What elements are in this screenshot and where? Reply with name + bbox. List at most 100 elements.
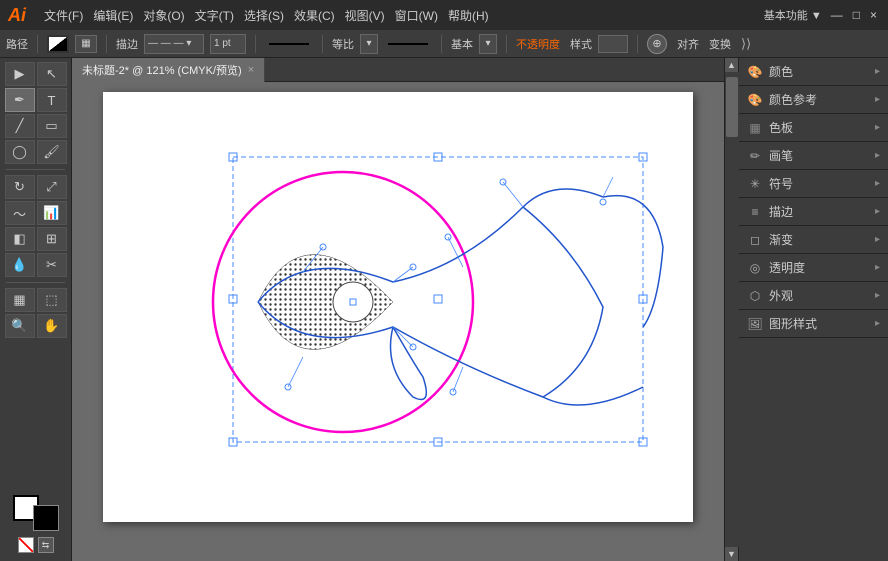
tool-row-7: ◧ ⊞ [2, 227, 69, 251]
maximize-button[interactable]: □ [853, 8, 860, 22]
menu-object[interactable]: 对象(O) [143, 7, 184, 24]
symbol-label: 符号 [769, 175, 793, 192]
scroll-thumb[interactable] [726, 77, 738, 137]
tab-close-button[interactable]: × [248, 64, 254, 76]
toolbar-sep-4 [322, 35, 323, 53]
document-tab[interactable]: 未标题-2* @ 121% (CMYK/预览) × [72, 58, 265, 82]
ellipse-tool[interactable]: ◯ [5, 140, 35, 164]
graph-tool[interactable]: 📊 [37, 201, 67, 225]
panel-header-symbol[interactable]: ✳ 符号 ▸ [739, 170, 888, 197]
panel-header-brush[interactable]: ✏ 画笔 ▸ [739, 142, 888, 169]
tool-sep-1 [6, 169, 65, 170]
slice-tool[interactable]: ⬚ [37, 288, 67, 312]
menu-edit[interactable]: 编辑(E) [93, 7, 133, 24]
line-preview [269, 43, 309, 45]
gradient-label: 渐变 [769, 231, 793, 248]
style-label: 样式 [570, 36, 592, 52]
panel-header-graphic-styles[interactable]: 🖼 图形样式 ▸ [739, 310, 888, 337]
title-bar-menus: 文件(F) 编辑(E) 对象(O) 文字(T) 选择(S) 效果(C) 视图(V… [44, 7, 489, 24]
vertical-scrollbar: ▲ ▼ [724, 58, 738, 561]
panel-header-gradient[interactable]: ◻ 渐变 ▸ [739, 226, 888, 253]
main-layout: ▶ ↖ ✒ T ╱ ▭ ◯ 🖌 ↻ ⤢ 〜 📊 ◧ ⊞ 💧 ✂ [0, 58, 888, 561]
swap-colors-button[interactable]: ⇆ [38, 537, 54, 553]
right-panel: 🎨 颜色 ▸ 🎨 颜色参考 ▸ ▦ 色板 ▸ ✏ 画笔 ▸ [738, 58, 888, 561]
tool-row-10: 🔍 ✋ [2, 314, 69, 338]
line-tool[interactable]: ╱ [5, 114, 35, 138]
eyedropper-tool[interactable]: 💧 [5, 253, 35, 277]
menu-window[interactable]: 窗口(W) [395, 7, 438, 24]
selection-tool[interactable]: ▶ [5, 62, 35, 86]
panel-section-symbol: ✳ 符号 ▸ [739, 170, 888, 198]
warp-tool[interactable]: 〜 [5, 201, 35, 225]
zoom-tool[interactable]: 🔍 [5, 314, 35, 338]
swatches-icon: ▦ [747, 120, 763, 136]
gradient-icon: ◻ [747, 232, 763, 248]
color-swatches: ⇆ [2, 491, 69, 557]
title-bar: Ai 文件(F) 编辑(E) 对象(O) 文字(T) 选择(S) 效果(C) 视… [0, 0, 888, 30]
brush-tool[interactable]: 🖌 [37, 140, 67, 164]
rect-tool[interactable]: ▭ [37, 114, 67, 138]
equal-ratio-dropdown[interactable]: ▾ [360, 34, 378, 54]
menu-select[interactable]: 选择(S) [244, 7, 284, 24]
menu-effect[interactable]: 效果(C) [294, 7, 335, 24]
mesh-tool[interactable]: ⊞ [37, 227, 67, 251]
tool-row-6: 〜 📊 [2, 201, 69, 225]
fill-stroke-toggle[interactable]: ▦ [75, 35, 97, 53]
workspace-switcher[interactable]: 基本功能 ▼ [764, 7, 822, 23]
tools-panel: ▶ ↖ ✒ T ╱ ▭ ◯ 🖌 ↻ ⤢ 〜 📊 ◧ ⊞ 💧 ✂ [0, 58, 72, 561]
line-preview-2 [388, 43, 428, 45]
scale-tool[interactable]: ⤢ [37, 175, 67, 199]
opacity-label[interactable]: 不透明度 [516, 36, 560, 52]
panel-header-transparency[interactable]: ◎ 透明度 ▸ [739, 254, 888, 281]
panel-header-color-ref[interactable]: 🎨 颜色参考 ▸ [739, 86, 888, 113]
close-button[interactable]: × [870, 8, 877, 22]
appearance-arrow: ▸ [875, 290, 880, 301]
menu-file[interactable]: 文件(F) [44, 7, 83, 24]
panel-section-stroke: ≡ 描边 ▸ [739, 198, 888, 226]
menu-help[interactable]: 帮助(H) [448, 7, 489, 24]
style-preview[interactable] [598, 35, 628, 53]
type-tool[interactable]: T [37, 88, 67, 112]
stroke-dropdown[interactable]: — — — ▾ [144, 34, 204, 54]
menu-view[interactable]: 视图(V) [345, 7, 385, 24]
stroke-label: 描边 [116, 36, 138, 52]
panel-header-stroke[interactable]: ≡ 描边 ▸ [739, 198, 888, 225]
color-panel-label: 颜色 [769, 63, 793, 80]
stroke-width-input[interactable]: 1 pt [210, 34, 246, 54]
panel-header-swatches[interactable]: ▦ 色板 ▸ [739, 114, 888, 141]
none-swatch[interactable] [18, 537, 34, 553]
color-panel-icon: 🎨 [747, 64, 763, 80]
scroll-up-button[interactable]: ▲ [725, 58, 739, 72]
align-label: 对齐 [677, 36, 699, 52]
scissors-tool[interactable]: ✂ [37, 253, 67, 277]
menu-text[interactable]: 文字(T) [195, 7, 234, 24]
pen-tool[interactable]: ✒ [5, 88, 35, 112]
artboard: 如上图所示，一一选择我们需要的部分 [103, 92, 693, 522]
transparency-label: 透明度 [769, 259, 805, 276]
panel-header-appearance[interactable]: ⬡ 外观 ▸ [739, 282, 888, 309]
panel-icon-circle[interactable]: ⊕ [647, 34, 667, 54]
gradient-tool[interactable]: ◧ [5, 227, 35, 251]
panel-header-color[interactable]: 🎨 颜色 ▸ [739, 58, 888, 85]
artboard-tool[interactable]: ▦ [5, 288, 35, 312]
basic-dropdown[interactable]: ▾ [479, 34, 497, 54]
panel-section-transparency: ◎ 透明度 ▸ [739, 254, 888, 282]
rotate-tool[interactable]: ↻ [5, 175, 35, 199]
title-bar-right: 基本功能 ▼ — □ × [764, 7, 880, 23]
extra-panel-icon[interactable]: ⟩⟩ [741, 36, 751, 52]
toolbar-sep-7 [637, 35, 638, 53]
color-panel-arrow: ▸ [875, 66, 880, 77]
minimize-button[interactable]: — [831, 8, 843, 22]
stroke-swatch[interactable] [33, 505, 59, 531]
canvas-area: 未标题-2* @ 121% (CMYK/预览) × [72, 58, 724, 561]
equal-ratio-label: 等比 [332, 36, 354, 52]
panel-section-brush: ✏ 画笔 ▸ [739, 142, 888, 170]
hand-tool[interactable]: ✋ [37, 314, 67, 338]
scroll-track[interactable] [725, 72, 739, 547]
direct-select-tool[interactable]: ↖ [37, 62, 67, 86]
document-canvas: 如上图所示，一一选择我们需要的部分 [72, 82, 724, 561]
scroll-down-button[interactable]: ▼ [725, 547, 739, 561]
tool-row-2: ✒ T [2, 88, 69, 112]
tool-row-3: ╱ ▭ [2, 114, 69, 138]
stroke-color-swatch[interactable] [47, 35, 69, 53]
